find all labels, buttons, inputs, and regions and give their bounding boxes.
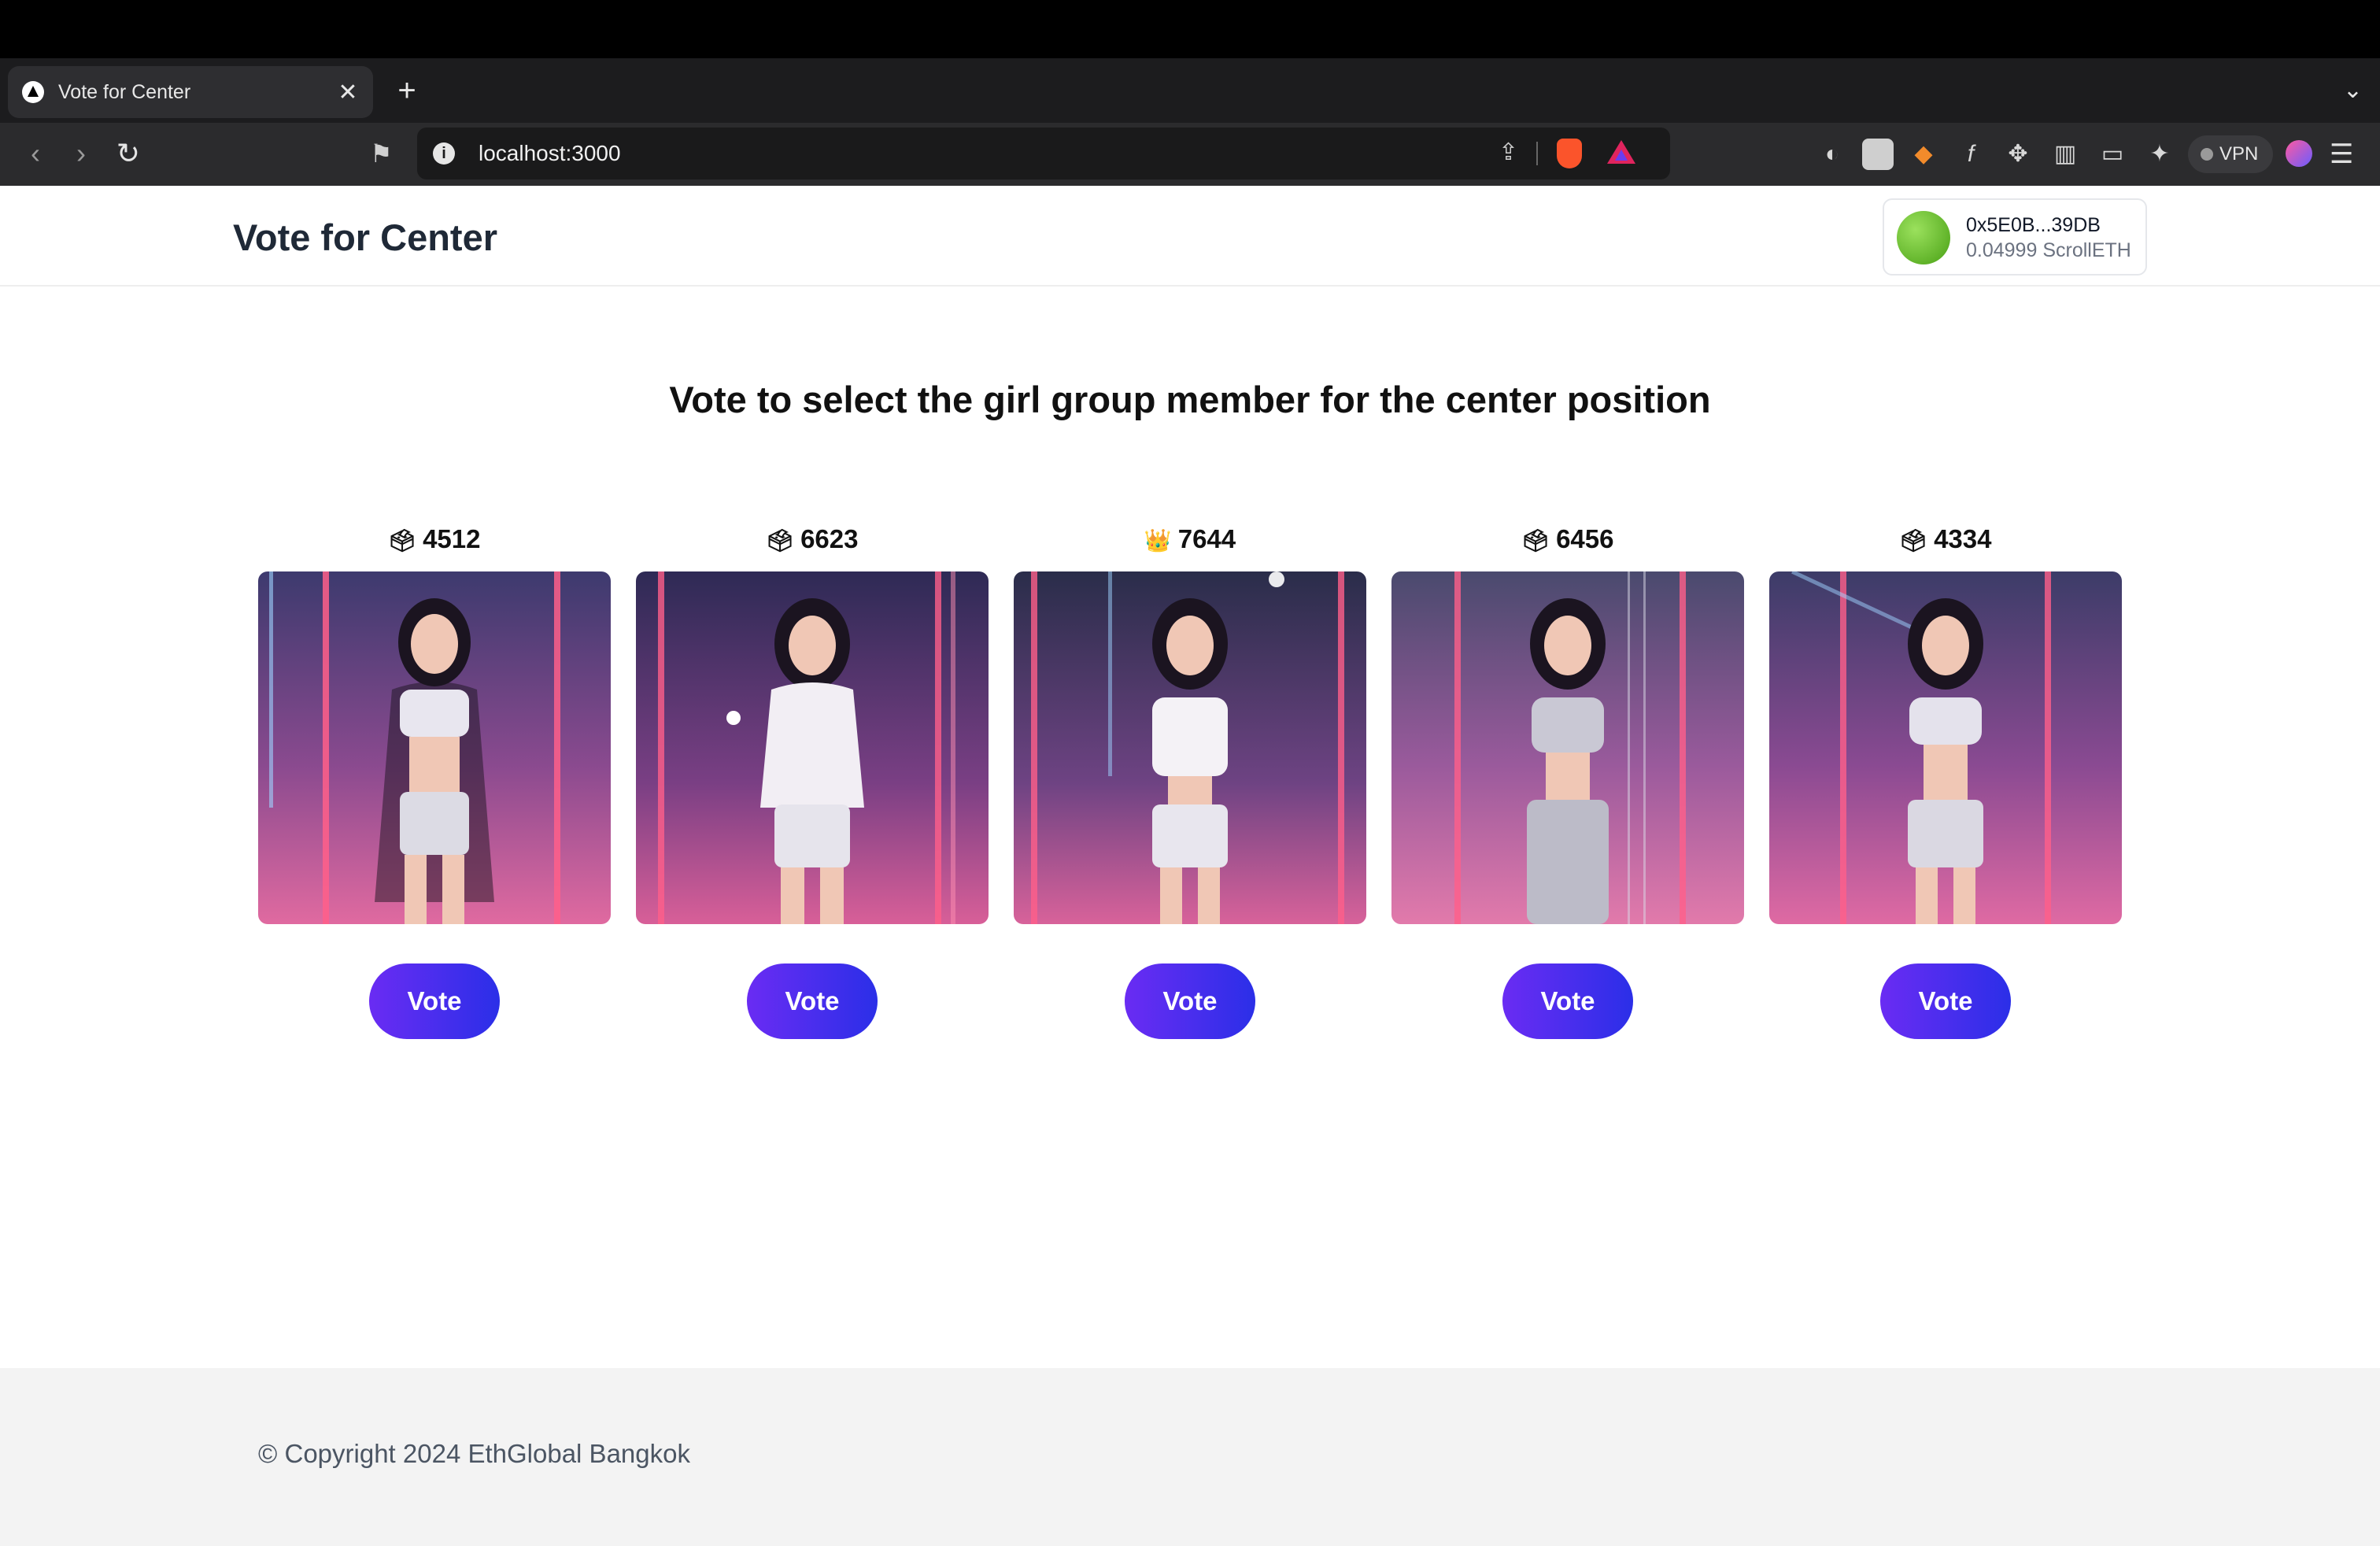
candidate-photo — [1391, 571, 1744, 924]
crown-icon: 👑 — [1144, 528, 1172, 553]
wallet-button[interactable]: 0x5E0B...39DB 0.04999 ScrollETH — [1883, 198, 2147, 276]
site-info-icon[interactable]: i — [433, 142, 455, 165]
web-page: Vote for Center 0x5E0B...39DB 0.04999 Sc… — [0, 186, 2380, 1546]
profile-avatar-icon[interactable] — [2286, 140, 2312, 167]
candidate-photo — [1769, 571, 2122, 924]
wallet-balance: 0.04999 ScrollETH — [1966, 239, 2131, 261]
site-header: Vote for Center 0x5E0B...39DB 0.04999 Sc… — [0, 186, 2380, 287]
vpn-button[interactable]: VPN — [2188, 135, 2273, 173]
share-icon[interactable]: ⇪ — [1499, 139, 1518, 166]
vote-button[interactable]: Vote — [1502, 963, 1633, 1039]
sidebar-icon[interactable]: ▥ — [2049, 139, 2081, 170]
vote-button[interactable]: Vote — [1880, 963, 2011, 1039]
vote-count-value: 4512 — [423, 524, 481, 553]
page-heading: Vote to select the girl group member for… — [669, 379, 1711, 420]
brave-rewards-icon[interactable] — [1607, 140, 1635, 164]
vote-count-value: 6623 — [800, 524, 859, 553]
os-menu-bar — [0, 0, 2380, 58]
function-extension-icon[interactable]: f — [1955, 139, 1986, 170]
forward-icon[interactable]: › — [61, 134, 101, 173]
address-bar[interactable]: i localhost:3000 ⇪ — [417, 128, 1670, 179]
menu-icon[interactable]: ☰ — [2330, 137, 2353, 172]
vote-count-value: 6456 — [1556, 524, 1614, 553]
vote-count: 👑 7644 — [1014, 524, 1366, 554]
vote-count: 🗳 4512 — [258, 524, 611, 554]
tab-list-chevron-icon[interactable]: ⌄ — [2343, 69, 2363, 112]
back-icon[interactable]: ‹ — [16, 134, 55, 173]
new-tab-button[interactable]: + — [391, 69, 423, 112]
bookmark-icon[interactable]: ⚑ — [370, 134, 393, 173]
ballot-box-icon: 🗳 — [1899, 528, 1928, 553]
vpn-status-icon — [2201, 148, 2213, 161]
candidate-photo — [636, 571, 989, 924]
candidate-photo — [258, 571, 611, 924]
browser-tab[interactable]: Vote for Center ✕ — [8, 66, 373, 118]
candidate-photo — [1014, 571, 1366, 924]
address-separator — [1536, 142, 1538, 165]
vote-button[interactable]: Vote — [369, 963, 500, 1039]
browser-toolbar: ‹ › ↻ ⚑ i localhost:3000 ⇪ ◐ ◆ f ✥ ▥ ▭ ✦… — [0, 123, 2380, 186]
vote-button[interactable]: Vote — [747, 963, 878, 1039]
extensions-puzzle-icon[interactable]: ✥ — [2002, 139, 2034, 170]
browser-tab-strip: Vote for Center ✕ + ⌄ — [0, 58, 2380, 123]
metamask-icon[interactable]: ◆ — [1908, 139, 1939, 170]
extension-2-icon[interactable] — [1862, 139, 1894, 170]
vpn-label: VPN — [2219, 143, 2259, 165]
vote-count: 🗳 6623 — [636, 524, 989, 554]
vote-count-value: 4334 — [1934, 524, 1992, 553]
wallet-address: 0x5E0B...39DB — [1966, 214, 2101, 236]
tab-favicon-icon — [22, 81, 44, 103]
vote-count: 🗳 4334 — [1769, 524, 2122, 554]
wallet-avatar — [1897, 211, 1950, 264]
ballot-box-icon: 🗳 — [388, 528, 417, 553]
vote-button[interactable]: Vote — [1125, 963, 1255, 1039]
brave-shields-icon[interactable] — [1557, 139, 1582, 168]
ballot-box-icon: 🗳 — [1521, 528, 1550, 553]
tab-close-icon[interactable]: ✕ — [332, 79, 364, 106]
vote-count-value: 7644 — [1177, 524, 1236, 553]
tab-title: Vote for Center — [58, 80, 191, 103]
extension-1-icon[interactable]: ◐ — [1816, 139, 1848, 170]
leo-ai-icon[interactable]: ✦ — [2144, 139, 2175, 170]
site-footer: © Copyright 2024 EthGlobal Bangkok — [0, 1368, 2380, 1546]
url-text[interactable]: localhost:3000 — [479, 141, 621, 166]
wallet-icon[interactable]: ▭ — [2097, 139, 2128, 170]
copyright-text: © Copyright 2024 EthGlobal Bangkok — [258, 1439, 690, 1468]
reload-icon[interactable]: ↻ — [109, 134, 148, 173]
site-title[interactable]: Vote for Center — [233, 216, 497, 259]
vote-count: 🗳 6456 — [1391, 524, 1744, 554]
ballot-box-icon: 🗳 — [766, 528, 795, 553]
